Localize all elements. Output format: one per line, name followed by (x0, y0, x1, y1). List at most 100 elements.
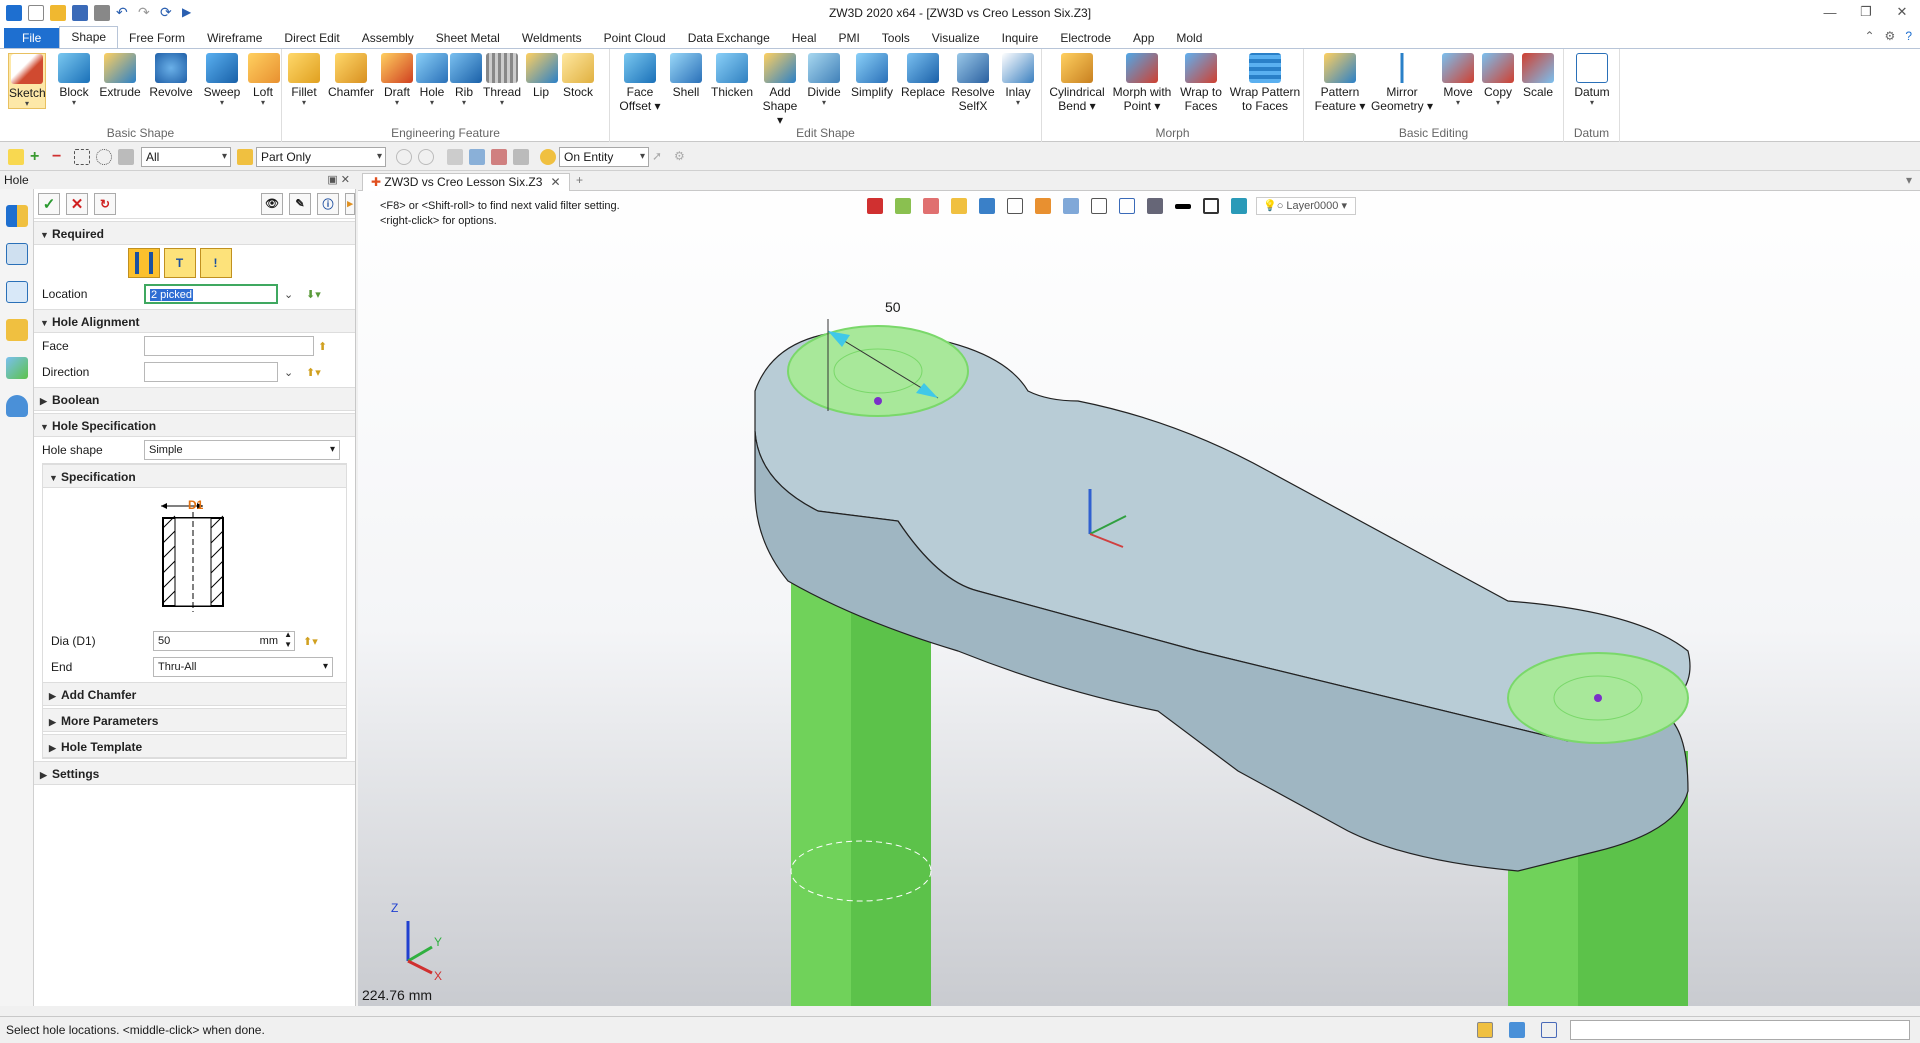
hole-type-tapped-button[interactable]: T (163, 248, 196, 278)
tab-tools[interactable]: Tools (871, 28, 921, 48)
align-center-icon[interactable] (469, 148, 485, 165)
assembly-tree-icon[interactable] (5, 281, 28, 303)
hole-shape-select[interactable]: Simple (144, 440, 340, 460)
run-icon[interactable]: ▶ (182, 5, 198, 21)
divide-button[interactable]: Divide ▾ (804, 53, 844, 107)
tab-close-icon[interactable]: ✕ (550, 175, 560, 189)
settings-gear-icon[interactable]: ⚙ (1885, 29, 1896, 43)
3d-viewport[interactable]: ✚ ZW3D vs Creo Lesson Six.Z3 ✕ + ▾ <F8> o… (358, 171, 1920, 1006)
pattern-feature-button[interactable]: Pattern Feature ▾ (1312, 53, 1368, 113)
tab-weldments[interactable]: Weldments (511, 28, 593, 48)
new-file-icon[interactable] (28, 5, 44, 21)
draft-button[interactable]: Draft ▾ (380, 53, 414, 107)
render-icon[interactable] (1063, 198, 1079, 214)
document-tab[interactable]: ✚ ZW3D vs Creo Lesson Six.Z3 ✕ (362, 173, 570, 191)
pen-icon[interactable] (923, 198, 939, 214)
expand-options-icon[interactable]: ⌄ (284, 288, 293, 301)
tab-assembly[interactable]: Assembly (351, 28, 425, 48)
block-button[interactable]: Block ▾ (54, 53, 94, 107)
loft-button[interactable]: Loft ▾ (248, 53, 280, 107)
section-required[interactable]: ▼ Required (34, 221, 355, 245)
user-icon[interactable] (5, 395, 28, 417)
pin-icon[interactable] (513, 148, 529, 165)
direction-field[interactable] (144, 362, 278, 382)
hole-type-simple-button[interactable] (127, 248, 160, 278)
revolve-button[interactable]: Revolve (148, 53, 194, 99)
on-entity-icon[interactable] (540, 148, 556, 165)
close-icon[interactable]: ✕ (1884, 0, 1920, 24)
apply-button[interactable]: ↻ (94, 192, 116, 215)
filter-combo[interactable]: All (141, 146, 231, 167)
scope-combo[interactable]: Part Only (256, 146, 386, 167)
command-input[interactable] (1570, 1020, 1910, 1040)
color-frame-icon[interactable] (1203, 198, 1219, 214)
end-select[interactable]: Thru-All (153, 657, 333, 677)
tab-inquire[interactable]: Inquire (991, 28, 1050, 48)
wrap-to-faces-button[interactable]: Wrap to Faces (1176, 53, 1226, 113)
section-settings[interactable]: ▶ Settings (34, 761, 355, 785)
extrude-button[interactable]: Extrude (98, 53, 142, 99)
print-icon[interactable] (94, 5, 110, 21)
mirror-geometry-button[interactable]: Mirror Geometry ▾ (1370, 53, 1434, 113)
copy-button[interactable]: Copy ▾ (1480, 53, 1516, 107)
feature-manager-icon[interactable] (5, 205, 28, 227)
section-specification[interactable]: ▼ Specification (43, 464, 346, 488)
move-button[interactable]: Move ▾ (1440, 53, 1476, 107)
zoom-fit-icon[interactable] (1091, 198, 1107, 214)
tab-sheet-metal[interactable]: Sheet Metal (425, 28, 511, 48)
hole-button[interactable]: Hole ▾ (416, 53, 448, 107)
add-shape-button[interactable]: Add Shape ▾ (760, 53, 800, 127)
stock-button[interactable]: Stock (560, 53, 596, 99)
layer-combo[interactable]: 💡○ Layer0000 ▾ (1256, 197, 1356, 215)
tab-point-cloud[interactable]: Point Cloud (593, 28, 677, 48)
direction-expand-icon[interactable]: ⌄ (284, 366, 293, 379)
status-list-icon[interactable] (1541, 1022, 1557, 1038)
shell-button[interactable]: Shell (668, 53, 704, 99)
panel-pin-close-icon[interactable]: ▣ ✕ (327, 171, 350, 189)
tab-wireframe[interactable]: Wireframe (196, 28, 273, 48)
lip-button[interactable]: Lip (526, 53, 558, 99)
app-logo-icon[interactable] (6, 5, 22, 21)
tab-pmi[interactable]: PMI (827, 28, 870, 48)
filter-view-icon[interactable] (895, 198, 911, 214)
face-field[interactable] (144, 336, 314, 356)
preview-eye-icon[interactable]: 👁 (261, 192, 283, 215)
new-tab-icon[interactable]: + (576, 173, 583, 187)
status-view-icon[interactable] (1477, 1022, 1493, 1038)
chamfer-button[interactable]: Chamfer (326, 53, 376, 99)
section-hole-alignment[interactable]: ▼ Hole Alignment (34, 309, 355, 333)
undo-icon[interactable]: ↶ (116, 5, 132, 21)
section-hole-template[interactable]: ▶ Hole Template (43, 734, 346, 758)
help-panel-icon[interactable]: ▸ (345, 192, 355, 215)
rib-button[interactable]: Rib ▾ (450, 53, 482, 107)
datum-button[interactable]: Datum ▾ (1574, 53, 1610, 107)
tab-visualize[interactable]: Visualize (921, 28, 991, 48)
face-offset-button[interactable]: Face Offset ▾ (618, 53, 662, 113)
direction-pick-icon[interactable]: ⬆▾ (306, 366, 321, 379)
shaded-cube-icon[interactable] (1035, 198, 1051, 214)
wrap-pattern-button[interactable]: Wrap Pattern to Faces (1228, 53, 1302, 113)
tab-app[interactable]: App (1122, 28, 1165, 48)
tab-heal[interactable]: Heal (781, 28, 828, 48)
part-library-icon[interactable] (5, 319, 28, 341)
dia-options-icon[interactable]: ⬆▾ (303, 635, 318, 648)
tab-data-exchange[interactable]: Data Exchange (677, 28, 781, 48)
exit-icon[interactable] (867, 198, 883, 214)
cursor-icon[interactable]: ➚ (652, 149, 668, 165)
section-add-chamfer[interactable]: ▶ Add Chamfer (43, 682, 346, 706)
collapse-ribbon-icon[interactable]: ⌃ (1864, 29, 1874, 43)
filter-icon[interactable] (118, 148, 134, 165)
sweep-button[interactable]: Sweep ▾ (200, 53, 244, 107)
status-monitor-icon[interactable] (1509, 1022, 1525, 1038)
fillet-button[interactable]: Fillet ▾ (286, 53, 322, 107)
remove-selection-icon[interactable]: − (52, 148, 68, 165)
hole-type-clearance-button[interactable]: ! (199, 248, 232, 278)
settings-small-icon[interactable] (418, 148, 434, 165)
tab-free-form[interactable]: Free Form (118, 28, 196, 48)
pick-filter-icon[interactable]: ⬇▾ (306, 288, 321, 301)
open-folder-icon[interactable] (50, 5, 66, 21)
replace-button[interactable]: Replace (900, 53, 946, 99)
refresh-icon[interactable]: ⟳ (160, 5, 176, 21)
lasso-select-icon[interactable] (96, 148, 112, 165)
orient-icon[interactable] (979, 198, 995, 214)
